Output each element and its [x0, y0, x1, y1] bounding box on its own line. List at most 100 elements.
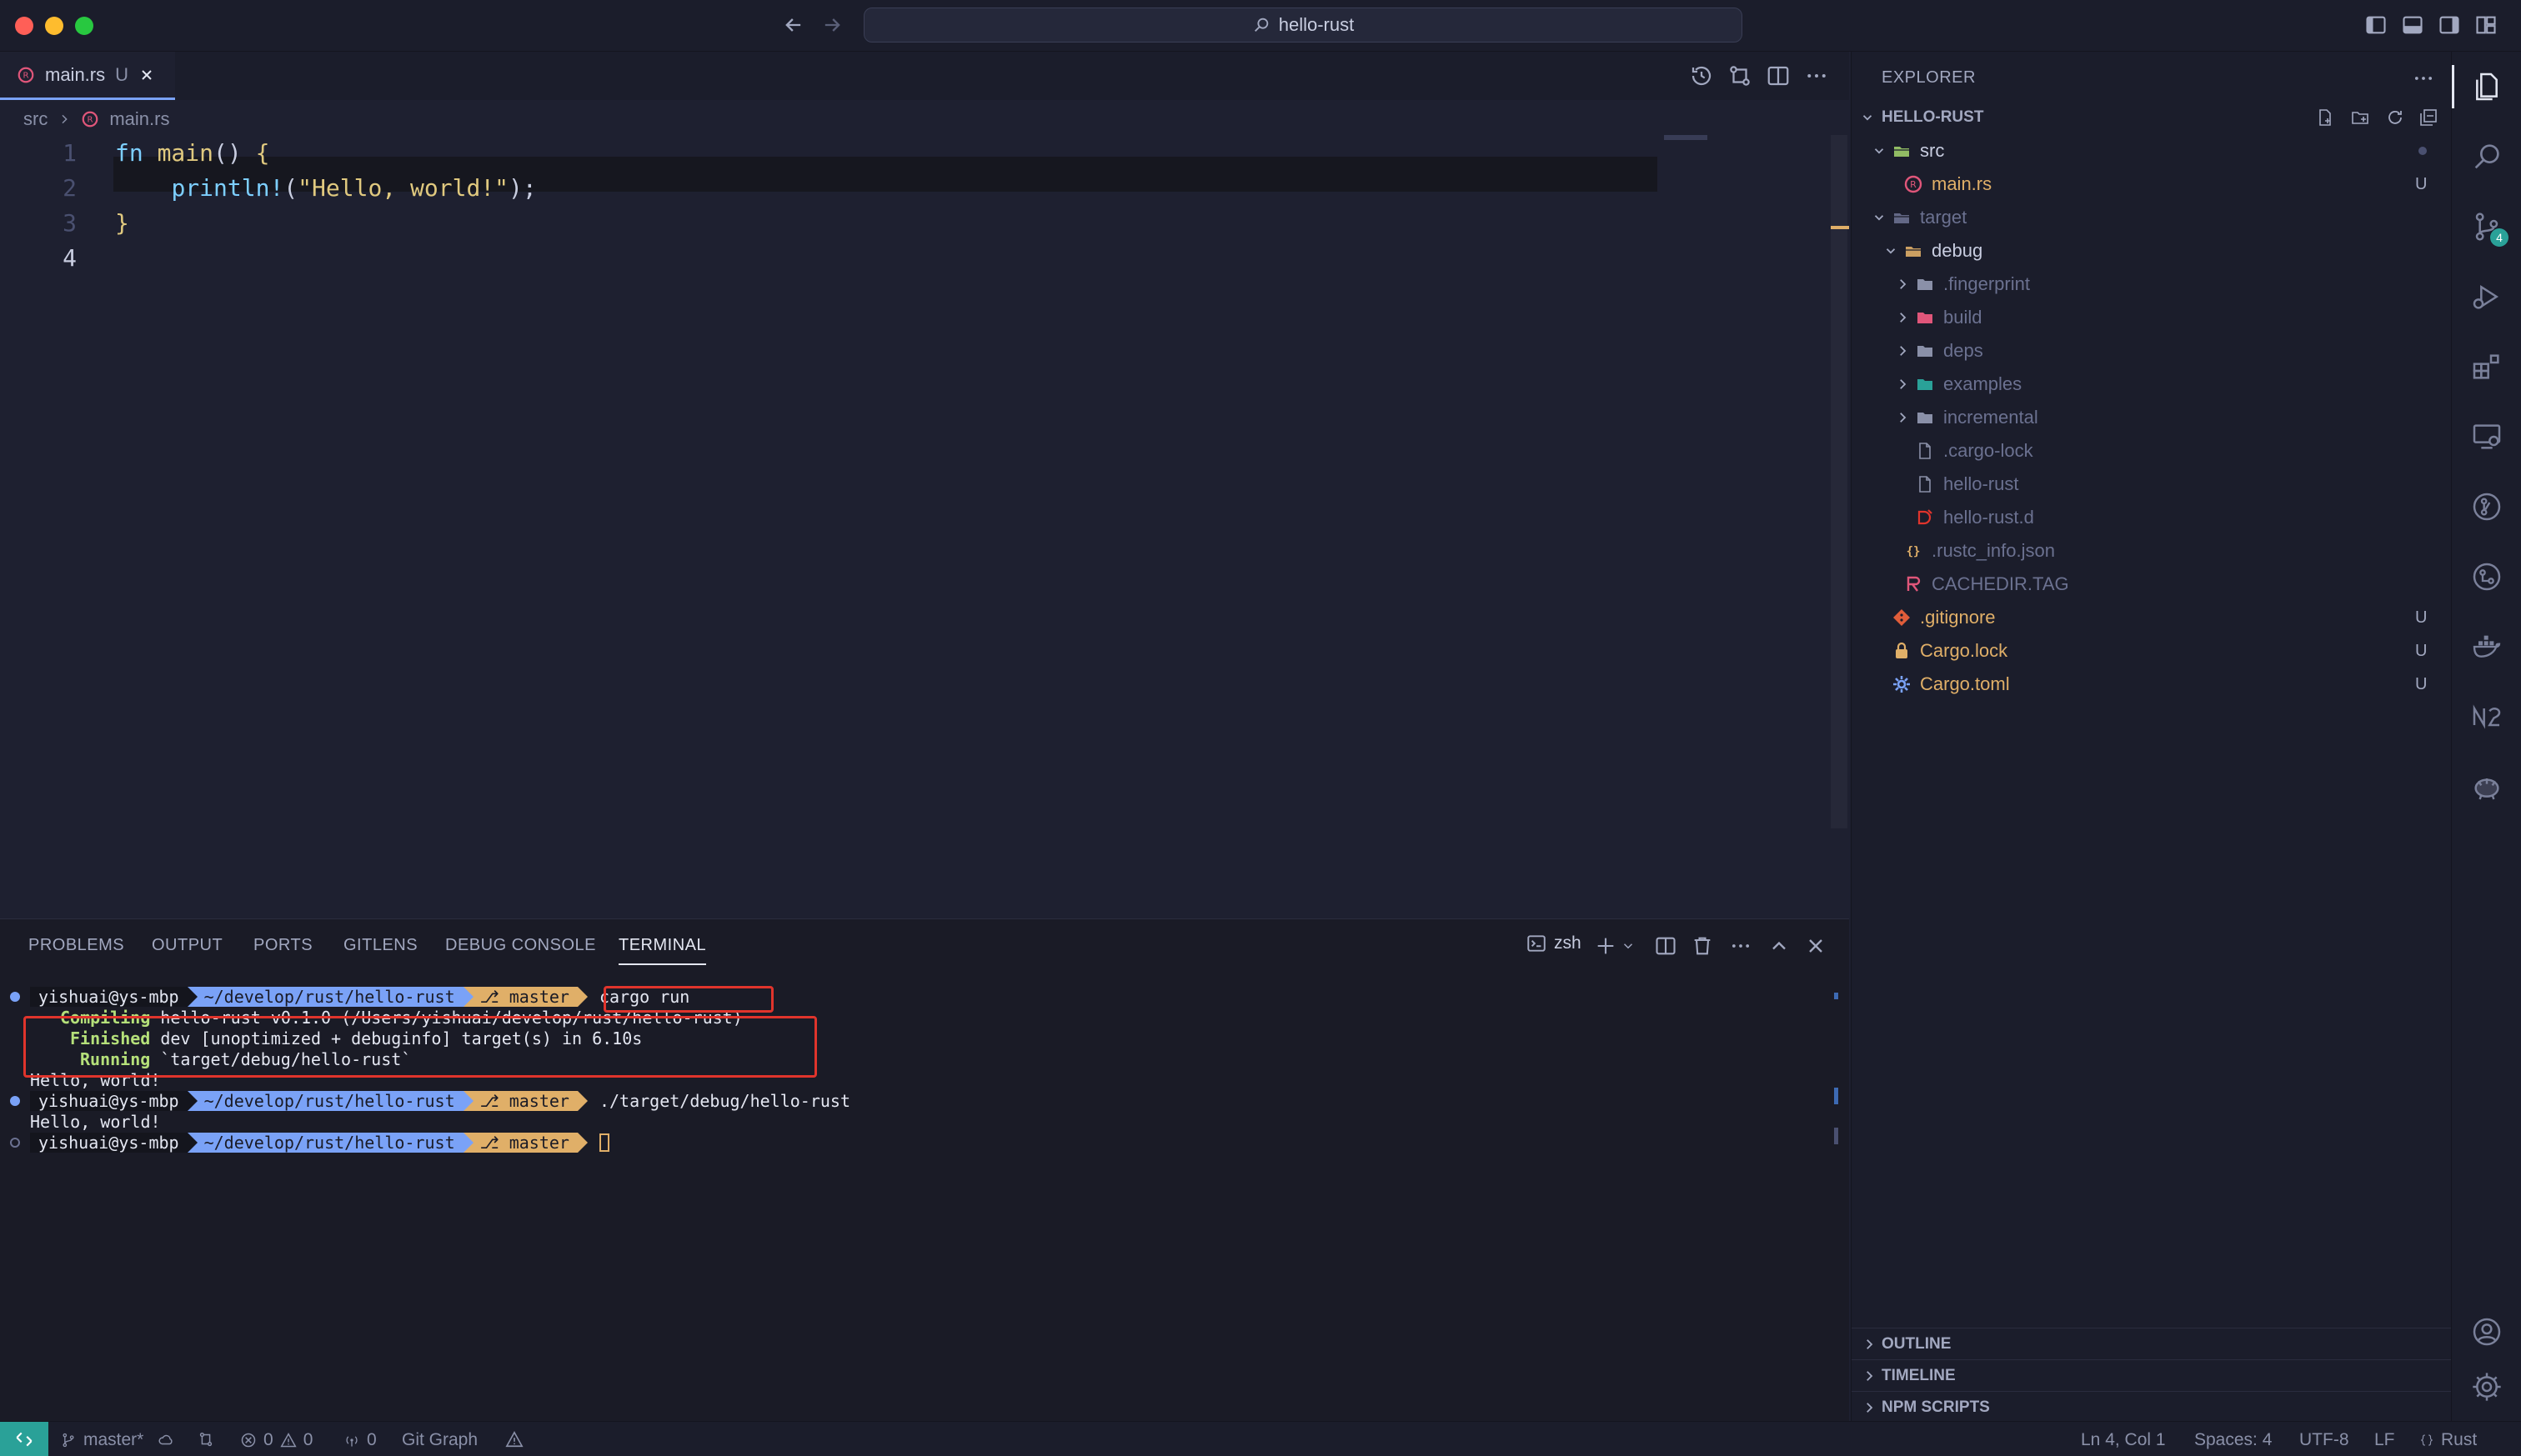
- remote-indicator-button[interactable]: [0, 1422, 48, 1456]
- editor-scrollbar[interactable]: [1831, 135, 1847, 828]
- cursor-position[interactable]: Ln 4, Col 1: [2081, 1430, 2166, 1450]
- branch-status[interactable]: master*: [60, 1430, 143, 1450]
- project-root-header[interactable]: HELLO-RUST: [1852, 102, 2452, 133]
- command-success-dot[interactable]: [10, 1095, 20, 1106]
- new-terminal-plus-icon[interactable]: [1594, 934, 1617, 958]
- problems-status[interactable]: 0 0: [240, 1430, 313, 1450]
- breadcrumb-file[interactable]: main.rs: [109, 108, 169, 130]
- more-actions-icon[interactable]: [2412, 67, 2435, 90]
- tree-item[interactable]: target: [1852, 202, 2452, 233]
- explorer-files-icon[interactable]: [2470, 70, 2503, 103]
- tree-item-label: src: [1920, 140, 1945, 161]
- trash-icon[interactable]: [1691, 934, 1714, 958]
- code-text: }: [115, 209, 129, 237]
- tree-item[interactable]: src: [1852, 135, 2452, 167]
- code-editor[interactable]: 1 fn main() {2 println!("Hello, world!");…: [0, 135, 1826, 275]
- bottom-panel: PROBLEMS OUTPUT PORTS GITLENS DEBUG CONS…: [0, 918, 1849, 1421]
- prompt-path: ~/develop/rust/hello-rust: [197, 1090, 464, 1111]
- toggle-panel-icon[interactable]: [2401, 13, 2424, 37]
- settings-gear-icon[interactable]: [2470, 1370, 2503, 1403]
- tab-output[interactable]: OUTPUT: [152, 936, 223, 955]
- tab-problems[interactable]: PROBLEMS: [28, 936, 124, 955]
- section-timeline[interactable]: TIMELINE: [1852, 1359, 2452, 1391]
- nx-console-icon[interactable]: [2470, 700, 2503, 733]
- chevron-down-icon[interactable]: [1621, 934, 1636, 958]
- tree-item[interactable]: incremental: [1852, 402, 2452, 433]
- file-encoding[interactable]: UTF-8: [2299, 1430, 2349, 1450]
- timeline-history-icon[interactable]: [1689, 63, 1714, 88]
- breadcrumb-src[interactable]: src: [23, 108, 48, 130]
- git-graph-button[interactable]: Git Graph: [402, 1430, 478, 1450]
- braces-icon: [2421, 1434, 2433, 1446]
- forward-arrow-icon[interactable]: [820, 13, 844, 37]
- customize-layout-icon[interactable]: [2474, 13, 2498, 37]
- tree-item[interactable]: hello-rust: [1852, 468, 2452, 500]
- language-mode[interactable]: Rust: [2419, 1430, 2477, 1450]
- more-actions-icon[interactable]: [1729, 934, 1752, 958]
- terminal-shell-selector[interactable]: zsh: [1526, 933, 1581, 954]
- end-of-line[interactable]: LF: [2374, 1430, 2395, 1450]
- collapse-all-icon[interactable]: [2418, 108, 2438, 128]
- warning-icon[interactable]: [505, 1430, 524, 1448]
- split-terminal-icon[interactable]: [1654, 934, 1677, 958]
- ports-status[interactable]: 0: [343, 1430, 377, 1450]
- tree-item[interactable]: hello-rust.d: [1852, 502, 2452, 533]
- tree-item-label: .rustc_info.json: [1932, 540, 2055, 561]
- tree-item[interactable]: deps: [1852, 335, 2452, 367]
- command-center-search[interactable]: hello-rust: [864, 8, 1742, 43]
- tree-item[interactable]: .gitignore U: [1852, 602, 2452, 633]
- code-line: 1 fn main() {: [0, 135, 1826, 170]
- maximize-panel-chevron-up-icon[interactable]: [1767, 934, 1791, 958]
- git-graph-icon[interactable]: [2470, 560, 2503, 593]
- search-icon[interactable]: [2470, 140, 2503, 173]
- minimap[interactable]: [1664, 135, 1707, 140]
- explorer-title: EXPLORER: [1882, 68, 1976, 87]
- tree-item[interactable]: examples: [1852, 368, 2452, 400]
- section-npm-scripts[interactable]: NPM SCRIPTS: [1852, 1391, 2452, 1423]
- new-file-icon[interactable]: [2315, 108, 2335, 128]
- tree-item[interactable]: .fingerprint: [1852, 268, 2452, 300]
- close-panel-icon[interactable]: [1804, 934, 1827, 958]
- command-success-dot[interactable]: [10, 991, 20, 1002]
- cloud-sync-icon[interactable]: [157, 1430, 175, 1448]
- gitlens-icon[interactable]: [2470, 490, 2503, 523]
- tree-item[interactable]: CACHEDIR.TAG: [1852, 568, 2452, 600]
- close-window-button[interactable]: [15, 17, 33, 35]
- tab-debug-console[interactable]: DEBUG CONSOLE: [445, 936, 596, 955]
- tree-item[interactable]: Cargo.lock U: [1852, 635, 2452, 667]
- tree-item-label: .cargo-lock: [1943, 440, 2033, 461]
- back-arrow-icon[interactable]: [782, 13, 805, 37]
- tree-item[interactable]: .cargo-lock: [1852, 435, 2452, 467]
- minimize-window-button[interactable]: [45, 17, 63, 35]
- tree-item[interactable]: debug: [1852, 235, 2452, 267]
- refresh-icon[interactable]: [2385, 108, 2405, 128]
- tree-item[interactable]: {} .rustc_info.json: [1852, 535, 2452, 567]
- extensions-icon[interactable]: [2470, 350, 2503, 383]
- maximize-window-button[interactable]: [75, 17, 93, 35]
- terminal-line: yishuai@ys-mbp ~/develop/rust/hello-rust…: [0, 1132, 1834, 1153]
- run-tasks-icon[interactable]: [197, 1430, 215, 1448]
- section-outline[interactable]: OUTLINE: [1852, 1328, 2452, 1359]
- account-icon[interactable]: [2470, 1315, 2503, 1348]
- toggle-primary-sidebar-icon[interactable]: [2364, 13, 2388, 37]
- toggle-secondary-sidebar-icon[interactable]: [2438, 13, 2461, 37]
- open-changes-icon[interactable]: [1727, 63, 1752, 88]
- tree-item[interactable]: build: [1852, 302, 2452, 333]
- new-folder-icon[interactable]: [2350, 108, 2370, 128]
- more-actions-icon[interactable]: [1804, 63, 1829, 88]
- indentation[interactable]: Spaces: 4: [2194, 1430, 2272, 1450]
- tree-item[interactable]: Cargo.toml U: [1852, 668, 2452, 700]
- ai-assistant-icon[interactable]: [2470, 770, 2503, 803]
- code-line: 4: [0, 240, 1826, 275]
- close-tab-icon[interactable]: [138, 67, 155, 83]
- tab-ports[interactable]: PORTS: [253, 936, 313, 955]
- tab-terminal[interactable]: TERMINAL: [619, 936, 707, 965]
- split-editor-icon[interactable]: [1766, 63, 1791, 88]
- tab-main-rs[interactable]: R main.rs U: [0, 52, 175, 100]
- remote-explorer-icon[interactable]: [2470, 420, 2503, 453]
- run-debug-icon[interactable]: [2470, 280, 2503, 313]
- docker-icon[interactable]: [2470, 630, 2503, 663]
- highlight-box-command: [604, 986, 774, 1013]
- tree-item[interactable]: Rmain.rs U: [1852, 168, 2452, 200]
- tab-gitlens[interactable]: GITLENS: [343, 936, 418, 955]
